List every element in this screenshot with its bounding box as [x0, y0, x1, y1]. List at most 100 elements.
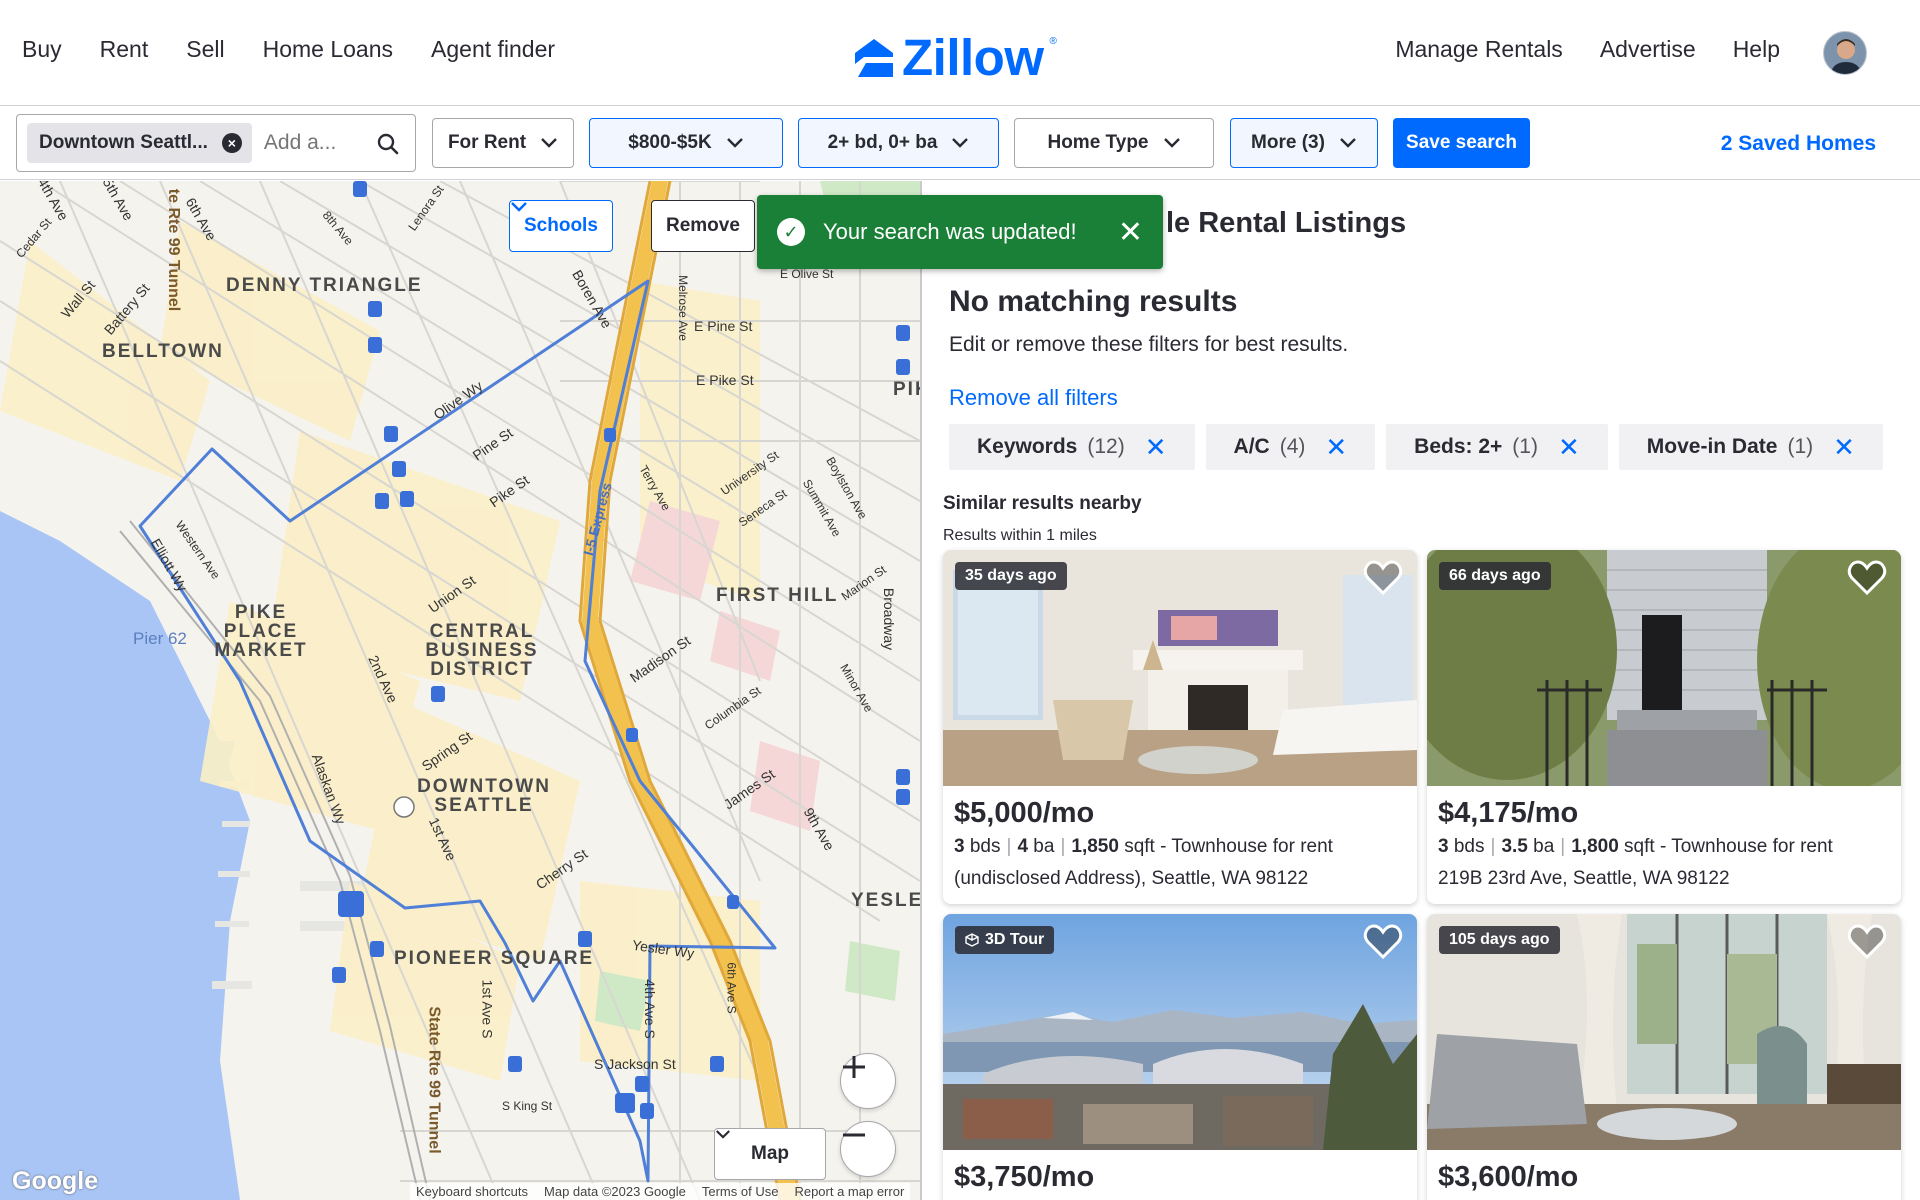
zoom-in-button[interactable]: [840, 1053, 896, 1109]
map-canvas[interactable]: [0, 181, 920, 1200]
for-rent-dropdown[interactable]: For Rent: [432, 118, 574, 168]
listing-card[interactable]: 66 days ago $4,175/mo 3 bds | 3.5 ba | 1,800…: [1427, 550, 1901, 904]
listing-details: 3 bds | 3.5 ba | 1,800 sqft - Townhouse for …: [1438, 836, 1833, 857]
zoom-out-button[interactable]: [840, 1121, 896, 1177]
chip-count: (1): [1512, 435, 1538, 458]
search-input[interactable]: [263, 131, 364, 155]
close-icon[interactable]: ✕: [1145, 434, 1167, 460]
listing-price: $5,000/mo: [954, 797, 1095, 829]
filter-chip-ac[interactable]: A/C (4) ✕: [1205, 424, 1376, 470]
filter-chip-beds[interactable]: Beds: 2+ (1) ✕: [1386, 424, 1608, 470]
user-avatar[interactable]: [1823, 31, 1867, 75]
chevron-down-icon: [952, 138, 969, 148]
zillow-logo[interactable]: Zillow ®: [852, 28, 1057, 87]
chip-name: A/C: [1233, 435, 1270, 458]
neighborhood-label: CENTRAL BUSINESS DISTRICT: [425, 621, 539, 680]
listing-photo[interactable]: 35 days ago: [943, 550, 1417, 786]
nav-right: Manage Rentals Advertise Help: [1395, 36, 1780, 63]
3d-tour-badge: 3D Tour: [955, 926, 1055, 954]
listing-address: (undisclosed Address), Seattle, WA 98122: [954, 868, 1309, 889]
saved-homes-link[interactable]: 2 Saved Homes: [1721, 132, 1876, 156]
schools-button[interactable]: Schools: [509, 200, 613, 252]
nav-home-loans[interactable]: Home Loans: [263, 36, 393, 63]
street-label: E Olive St: [780, 267, 834, 281]
listing-price: $4,175/mo: [1438, 797, 1579, 829]
neighborhood-label: YESLER: [851, 890, 920, 911]
location-chip[interactable]: Downtown Seattl... ×: [27, 123, 252, 163]
listing-price: $3,600/mo: [1438, 1161, 1579, 1193]
avatar-image: [1824, 32, 1866, 74]
close-icon[interactable]: ✕: [1558, 434, 1580, 460]
chevron-down-icon: [1340, 138, 1356, 148]
listing-details: 3 bds | 4 ba | 1,850 sqft - Townhouse for re…: [954, 836, 1333, 857]
cube-icon: [965, 933, 979, 947]
listing-photo[interactable]: 3D Tour: [943, 914, 1417, 1150]
listing-card[interactable]: 3D Tour $3,750/mo: [943, 914, 1417, 1200]
terms-link[interactable]: Terms of Use: [702, 1184, 779, 1199]
nav-sell[interactable]: Sell: [186, 36, 224, 63]
map-data-text: Map data ©2023 Google: [544, 1184, 686, 1199]
street-label: E Pike St: [696, 372, 754, 388]
map-view[interactable]: DENNY TRIANGLE BELLTOWN PIKE PLACE MARKE…: [0, 181, 920, 1200]
street-label: Pier 62: [133, 629, 187, 648]
no-match-subtext: Edit or remove these filters for best re…: [949, 333, 1349, 356]
listing-photo[interactable]: 105 days ago: [1427, 914, 1901, 1150]
chip-count: (12): [1087, 435, 1125, 458]
nav-manage-rentals[interactable]: Manage Rentals: [1395, 36, 1563, 63]
beds-baths-dropdown[interactable]: 2+ bd, 0+ ba: [798, 118, 999, 168]
remove-location-icon[interactable]: ×: [221, 133, 242, 153]
search-icon[interactable]: [377, 133, 399, 155]
map-type-button[interactable]: Map: [714, 1128, 826, 1180]
close-icon[interactable]: ✕: [1833, 434, 1855, 460]
nav-buy[interactable]: Buy: [22, 36, 62, 63]
chip-name: Keywords: [977, 435, 1078, 458]
remove-all-filters-link[interactable]: Remove all filters: [949, 385, 1118, 411]
results-radius-text: Results within 1 miles: [943, 527, 1097, 544]
close-icon[interactable]: ✕: [1325, 434, 1347, 460]
nav-left: Buy Rent Sell Home Loans Agent finder: [22, 36, 555, 63]
schools-label: Schools: [524, 215, 598, 236]
neighborhood-label: PIKE PLACE MARKET: [214, 602, 308, 661]
street-label: Melrose Ave: [675, 275, 690, 341]
filter-chip-move-in-date[interactable]: Move-in Date (1) ✕: [1618, 424, 1883, 470]
heart-icon[interactable]: [1847, 924, 1887, 960]
close-icon[interactable]: ✕: [1118, 215, 1143, 250]
chevron-down-icon: [1163, 138, 1180, 148]
heart-icon[interactable]: [1363, 560, 1403, 596]
report-map-error-link[interactable]: Report a map error: [794, 1184, 904, 1199]
nav-help[interactable]: Help: [1733, 36, 1780, 63]
save-search-button[interactable]: Save search: [1393, 118, 1530, 168]
filter-chip-keywords[interactable]: Keywords (12) ✕: [949, 424, 1195, 470]
heart-icon[interactable]: [1363, 924, 1403, 960]
logo-text: Zillow: [902, 29, 1044, 86]
neighborhood-label: PIONEER SQUARE: [394, 948, 595, 969]
check-circle-icon: ✓: [777, 218, 805, 246]
chevron-down-icon: [726, 138, 743, 148]
price-dropdown[interactable]: $800-$5K: [589, 118, 783, 168]
nav-rent[interactable]: Rent: [100, 36, 149, 63]
street-label: E Pine St: [694, 318, 753, 334]
street-label: te Rte 99 Tunnel: [165, 188, 183, 312]
nav-advertise[interactable]: Advertise: [1600, 36, 1696, 63]
street-label: 1st Ave S: [479, 979, 496, 1039]
chip-count: (4): [1279, 435, 1306, 458]
filter-bar: Downtown Seattl... × For Rent $800-$5K 2…: [0, 106, 1920, 180]
minus-icon: [843, 1133, 865, 1137]
more-dropdown[interactable]: More (3): [1230, 118, 1378, 168]
location-search[interactable]: Downtown Seattl... ×: [16, 114, 416, 172]
remove-boundary-button[interactable]: Remove: [651, 200, 755, 252]
listing-card[interactable]: 35 days ago $5,000/mo 3 bds | 4 ba | 1,850 s…: [943, 550, 1417, 904]
chip-name: Move-in Date: [1646, 435, 1778, 458]
nav-agent-finder[interactable]: Agent finder: [431, 36, 555, 63]
map-attribution: Keyboard shortcuts Map data ©2023 Google…: [410, 1183, 911, 1200]
keyboard-shortcuts-link[interactable]: Keyboard shortcuts: [416, 1184, 528, 1199]
neighborhood-label: BELLTOWN: [102, 341, 224, 362]
neighborhood-label: FIRST HILL: [716, 585, 839, 606]
heart-icon[interactable]: [1847, 560, 1887, 596]
listing-card[interactable]: 105 days ago $3,600/mo: [1427, 914, 1901, 1200]
home-type-label: Home Type: [1047, 132, 1149, 153]
home-type-dropdown[interactable]: Home Type: [1014, 118, 1214, 168]
listing-photo[interactable]: 66 days ago: [1427, 550, 1901, 786]
neighborhood-label: DENNY TRIANGLE: [226, 275, 423, 296]
beds-baths-label: 2+ bd, 0+ ba: [827, 132, 938, 153]
